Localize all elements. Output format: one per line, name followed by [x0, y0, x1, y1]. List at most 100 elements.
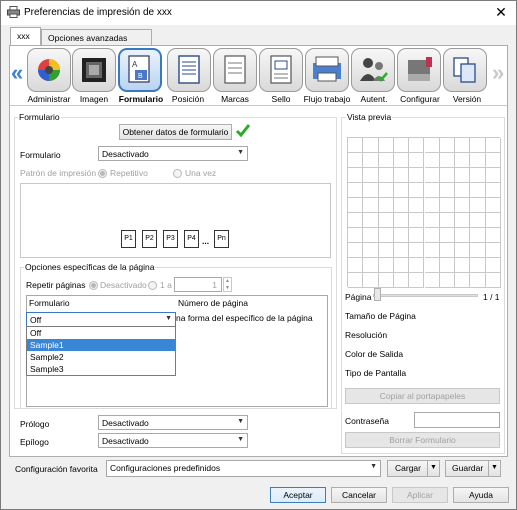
prologue-select[interactable]: Desactivado ▼ [98, 415, 248, 430]
preview-grid-cell [424, 168, 440, 183]
preview-title: Vista previa [346, 112, 393, 122]
svg-text:A: A [132, 60, 138, 69]
prologue-label: Prólogo [20, 419, 50, 429]
dropdown-option-highlighted[interactable]: Sample1 [27, 339, 175, 351]
favorite-settings-label: Configuración favorita [15, 464, 98, 474]
preview-grid-cell [348, 273, 364, 288]
preview-grid-cell [424, 243, 440, 258]
info-screen-type: Tipo de Pantalla [345, 368, 407, 378]
preview-grid-cell [378, 183, 394, 198]
load-button-label: Cargar [395, 463, 421, 473]
preview-grid-cell [378, 138, 394, 153]
ok-button[interactable]: Aceptar [270, 487, 326, 503]
preview-grid-cell [348, 258, 364, 273]
admin-button[interactable] [27, 48, 71, 92]
preview-grid-cell [393, 258, 410, 273]
preview-grid-cell [439, 228, 456, 243]
save-button[interactable]: Guardar ▼ [445, 460, 501, 477]
get-form-data-button[interactable]: Obtener datos de formulario [119, 124, 232, 140]
position-icon [178, 55, 200, 84]
position-button[interactable] [167, 48, 211, 92]
configure-button[interactable] [397, 48, 441, 92]
chevron-down-icon[interactable]: ▼ [427, 461, 439, 476]
repeat-off-label: Desactivado [100, 280, 147, 290]
repeat-radio[interactable] [98, 168, 107, 179]
page-slider-thumb[interactable] [374, 288, 381, 301]
preview-grid-cell [348, 243, 364, 258]
once-radio[interactable] [173, 168, 182, 179]
preview-grid-cell [409, 183, 425, 198]
preview-grid-cell [470, 273, 486, 288]
row-form-select[interactable]: Off ▼ [26, 312, 176, 327]
scroll-left-icon[interactable]: « [11, 60, 23, 86]
preview-grid-cell [409, 258, 425, 273]
preview-grid-cell [424, 153, 440, 168]
preview-grid-cell [378, 198, 394, 213]
dropdown-option[interactable]: Sample2 [27, 351, 175, 363]
table-header-page-number: Número de página [178, 298, 248, 308]
preview-grid-cell [363, 273, 379, 288]
row-form-select-value: Off [30, 315, 42, 325]
preview-grid-cell [409, 213, 425, 228]
dropdown-option[interactable]: Off [27, 327, 175, 339]
page-doc: Pn [214, 230, 229, 248]
preview-grid-cell [485, 228, 501, 243]
repeat-off-radio[interactable] [89, 280, 98, 291]
workflow-button[interactable] [305, 48, 349, 92]
chevron-down-icon: ▼ [237, 149, 244, 156]
epilogue-label: Epílogo [20, 437, 49, 447]
form-select[interactable]: Desactivado ▼ [98, 146, 248, 161]
chevron-down-icon[interactable]: ▼ [488, 461, 500, 476]
image-button[interactable] [72, 48, 116, 92]
preview-grid-cell [393, 228, 410, 243]
page-slider-track[interactable] [373, 294, 478, 297]
tab-advanced-options[interactable]: Opciones avanzadas [41, 29, 152, 45]
scroll-right-icon[interactable]: » [492, 60, 504, 86]
stamp-button[interactable] [259, 48, 303, 92]
dropdown-option[interactable]: Sample3 [27, 363, 175, 375]
preview-grid-cell [424, 213, 440, 228]
password-label: Contraseña [345, 416, 389, 426]
preview-grid-cell [455, 138, 471, 153]
epilogue-select[interactable]: Desactivado ▼ [98, 433, 248, 448]
help-button[interactable]: Ayuda [453, 487, 509, 503]
preview-grid-cell [393, 198, 410, 213]
table-header-form: Formulario [29, 298, 70, 308]
authentication-button[interactable] [351, 48, 395, 92]
tab-xxx[interactable]: xxx [10, 27, 41, 46]
form-button[interactable]: AB [118, 48, 162, 92]
preview-grid-cell [455, 198, 471, 213]
repeat-range-radio[interactable] [148, 280, 157, 291]
load-button[interactable]: Cargar ▼ [387, 460, 440, 477]
preview-grid-cell [424, 198, 440, 213]
preview-grid-cell [470, 183, 486, 198]
favorite-settings-select[interactable]: Configuraciones predefinidos ▼ [106, 460, 381, 477]
preview-grid-cell [363, 198, 379, 213]
apply-button[interactable]: Aplicar [392, 487, 448, 503]
spin-stepper[interactable]: ▲ ▼ [223, 277, 232, 292]
preview-grid-cell [393, 168, 410, 183]
marks-button[interactable] [213, 48, 257, 92]
preview-grid-cell [439, 258, 456, 273]
delete-form-button[interactable]: Borrar Formulario [345, 432, 500, 448]
radio-icon [98, 169, 107, 179]
preview-grid-cell [363, 258, 379, 273]
preview-grid-cell [455, 258, 471, 273]
preview-grid-cell [470, 168, 486, 183]
version-button[interactable] [443, 48, 487, 92]
preview-grid-cell [424, 258, 440, 273]
preview-grid-cell [485, 243, 501, 258]
preview-grid-cell [470, 228, 486, 243]
close-button[interactable]: ✕ [493, 4, 509, 20]
save-button-label: Guardar [452, 463, 484, 473]
preview-grid-cell [470, 258, 486, 273]
repeat-to-input[interactable]: 1 [174, 277, 222, 292]
preview-grid-cell [455, 168, 471, 183]
preview-grid-cell [439, 138, 456, 153]
copy-clipboard-button[interactable]: Copiar al portapapeles [345, 388, 500, 404]
password-input[interactable] [414, 412, 500, 428]
cancel-button[interactable]: Cancelar [331, 487, 387, 503]
preview-grid-cell [378, 228, 394, 243]
preview-grid-cell [409, 168, 425, 183]
preview-grid-cell [439, 243, 456, 258]
